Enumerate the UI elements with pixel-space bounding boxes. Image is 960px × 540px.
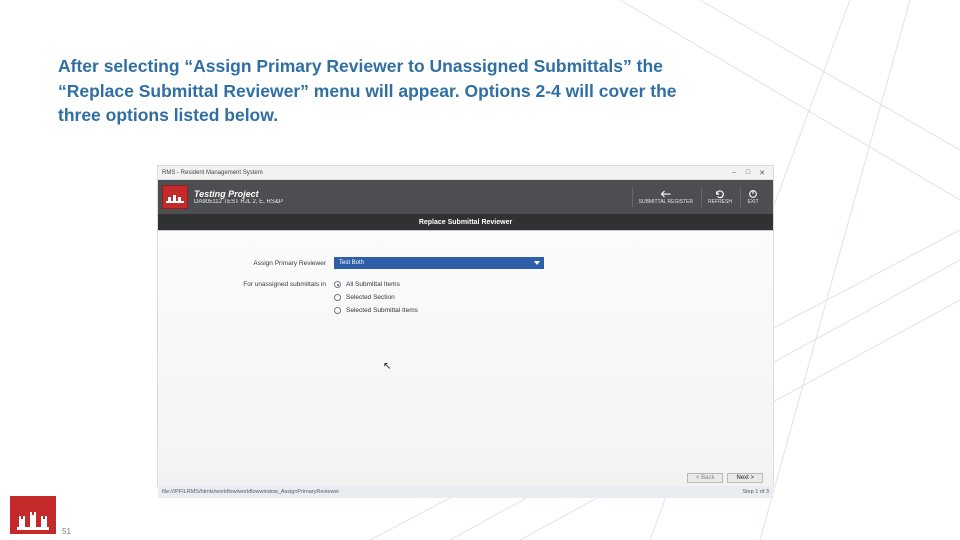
page-title-bar: Replace Submittal Reviewer — [158, 214, 773, 230]
file-path: file:///PFILRMS/htmls/workflow/workfloww… — [162, 489, 339, 495]
project-subtitle: DA905112 TEST RJL 2, E, RS&P — [194, 199, 283, 205]
radio-dot — [334, 294, 341, 301]
usace-logo — [10, 496, 56, 534]
slide-heading: After selecting “Assign Primary Reviewer… — [58, 54, 698, 128]
window-minimize[interactable]: – — [727, 169, 741, 176]
app-screenshot: RMS - Resident Management System – □ ✕ T… — [158, 166, 773, 486]
reviewer-dropdown-value: Test Both — [339, 260, 364, 266]
window-titlebar: RMS - Resident Management System – □ ✕ — [158, 166, 773, 180]
form-content: Assign Primary Reviewer Test Both For un… — [158, 230, 773, 470]
radio-all-submittal-items[interactable]: All Submittal Items — [334, 281, 418, 288]
radio-dot-selected — [334, 281, 341, 288]
page-title: Replace Submittal Reviewer — [419, 219, 512, 226]
status-bar: file:///PFILRMS/htmls/workflow/workfloww… — [158, 486, 773, 498]
next-button[interactable]: Next > — [727, 473, 763, 483]
reviewer-field-label: Assign Primary Reviewer — [230, 260, 326, 267]
radio-selected-submittal-items[interactable]: Selected Submittal Items — [334, 307, 418, 314]
castle-icon — [16, 509, 50, 531]
scope-label: For unassigned submittals in — [230, 281, 326, 288]
project-title: Testing Project — [194, 189, 283, 199]
back-icon — [660, 189, 672, 199]
back-button[interactable]: < Back — [687, 473, 724, 483]
radio-selected-section[interactable]: Selected Section — [334, 294, 418, 301]
window-title: RMS - Resident Management System — [162, 170, 263, 176]
cursor-icon: ↖ — [383, 361, 391, 372]
app-header: Testing Project DA905112 TEST RJL 2, E, … — [158, 180, 773, 214]
app-logo — [162, 185, 188, 209]
reviewer-dropdown[interactable]: Test Both — [334, 257, 544, 269]
wizard-footer: < Back Next > — [158, 470, 773, 486]
refresh-action[interactable]: REFRESH — [701, 187, 738, 207]
back-action[interactable]: SUBMITTAL REGISTER — [632, 187, 699, 207]
step-indicator: Step 1 of 3 — [742, 489, 769, 495]
window-maximize[interactable]: □ — [741, 169, 755, 176]
radio-dot — [334, 307, 341, 314]
window-close[interactable]: ✕ — [755, 169, 769, 177]
refresh-icon — [714, 189, 726, 199]
exit-action[interactable]: EXIT — [740, 187, 765, 207]
page-number: 51 — [62, 527, 71, 536]
power-icon — [747, 189, 759, 199]
